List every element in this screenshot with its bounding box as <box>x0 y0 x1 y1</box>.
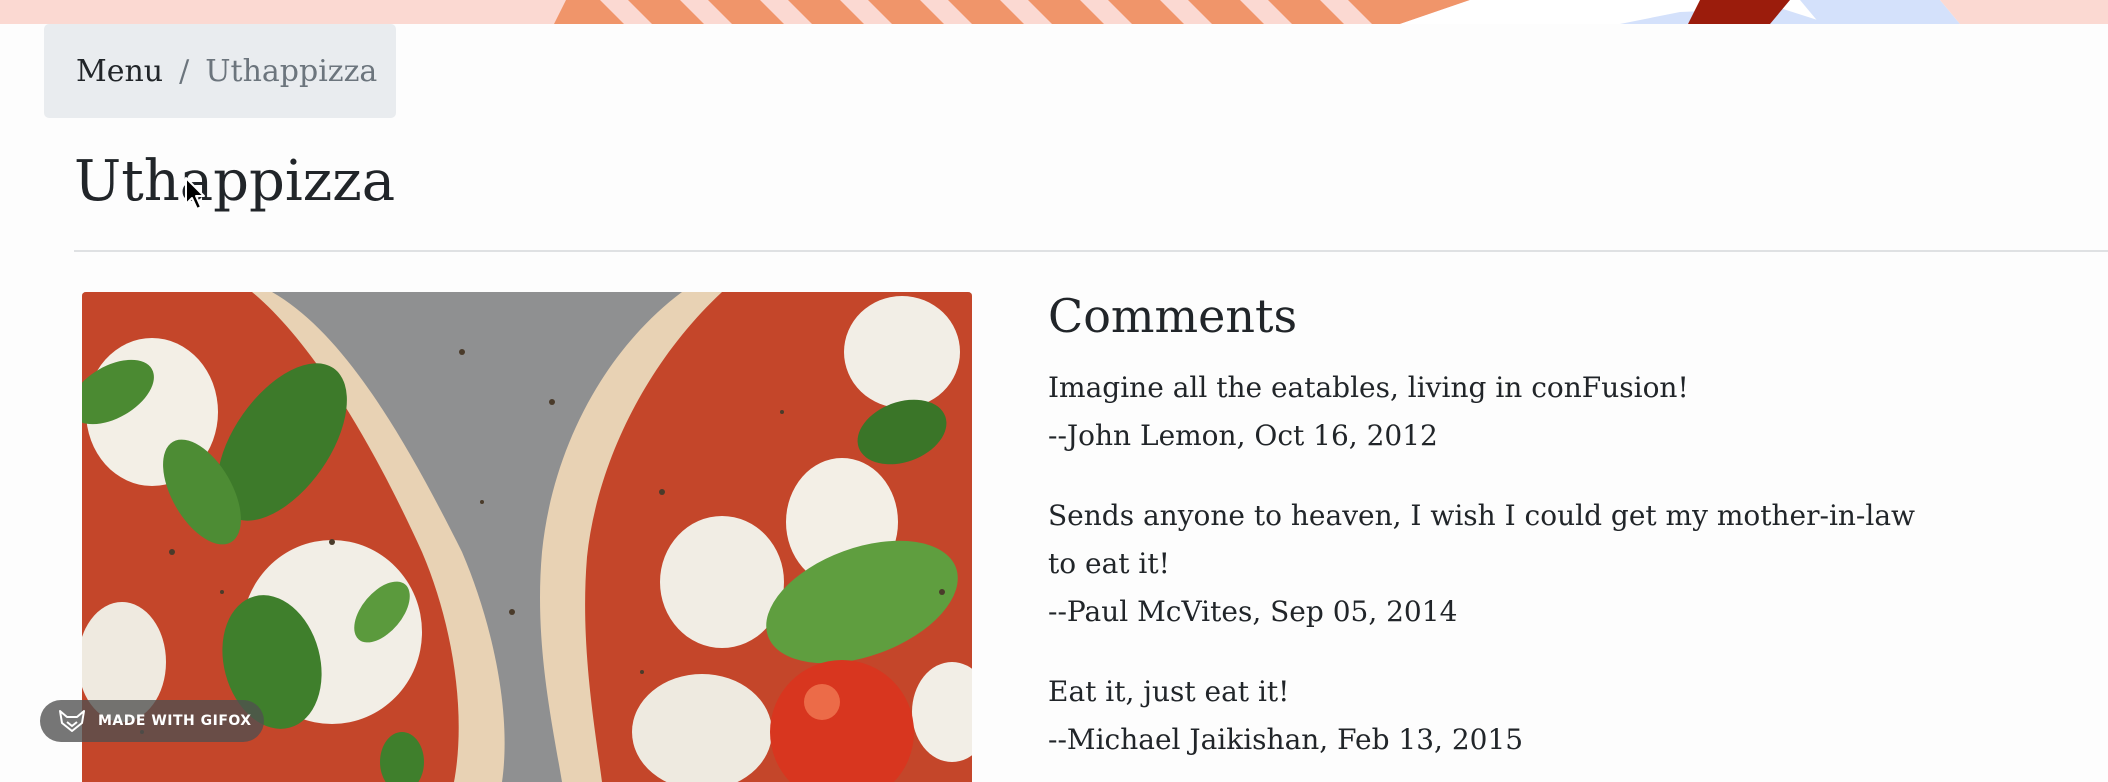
top-decorative-banner <box>0 0 2108 24</box>
comment-byline: --Michael Jaikishan, Feb 13, 2015 <box>1048 723 1524 756</box>
page-title: Uthappizza <box>74 149 396 214</box>
mouse-pointer-icon <box>185 177 205 210</box>
comment-item: Eat it, just eat it! --Michael Jaikishan… <box>1048 668 1948 764</box>
comment-text: Sends anyone to heaven, I wish I could g… <box>1048 499 1916 580</box>
comment-item: Imagine all the eatables, living in conF… <box>1048 364 1948 460</box>
breadcrumb-separator: / <box>179 53 190 89</box>
gifox-watermark-badge: MADE WITH GIFOX <box>40 700 264 742</box>
comments-heading: Comments <box>1048 289 1298 343</box>
comment-item: Sends anyone to heaven, I wish I could g… <box>1048 492 1948 636</box>
banner-pattern <box>0 0 2108 24</box>
breadcrumb: Menu / Uthappizza <box>44 24 396 118</box>
title-divider <box>74 250 2108 252</box>
comment-byline: --Paul McVites, Sep 05, 2014 <box>1048 595 1458 628</box>
fox-logo-icon <box>59 710 85 732</box>
breadcrumb-active-item: Uthappizza <box>205 53 378 89</box>
comment-list: Imagine all the eatables, living in conF… <box>1048 364 1948 782</box>
breadcrumb-link-menu[interactable]: Menu <box>76 54 163 89</box>
watermark-label: MADE WITH GIFOX <box>98 713 252 729</box>
comment-text: Imagine all the eatables, living in conF… <box>1048 371 1689 404</box>
comment-text: Eat it, just eat it! <box>1048 675 1290 708</box>
comment-byline: --John Lemon, Oct 16, 2012 <box>1048 419 1438 452</box>
